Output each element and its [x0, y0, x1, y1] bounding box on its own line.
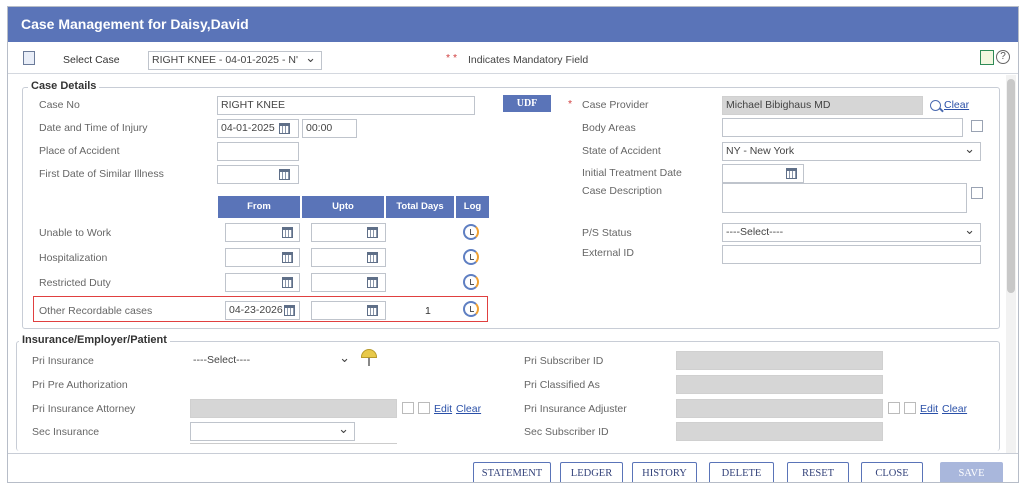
place-input[interactable]	[217, 142, 299, 161]
ps-status-label: P/S Status	[582, 227, 632, 239]
log-icon[interactable]	[463, 301, 479, 317]
case-no-label: Case No	[39, 99, 80, 111]
pri-attorney-label: Pri Insurance Attorney	[32, 403, 136, 415]
reset-button[interactable]: RESET	[787, 462, 849, 482]
pri-attorney-input[interactable]	[190, 399, 397, 418]
case-description-input[interactable]	[722, 183, 967, 213]
log-header: Log	[456, 196, 489, 218]
attorney-clear-link[interactable]: Clear	[456, 403, 481, 415]
provider-mandatory-marker: *	[568, 98, 573, 110]
notes-icon[interactable]	[980, 50, 994, 65]
upto-header: Upto	[302, 196, 384, 218]
injury-label: Date and Time of Injury	[39, 122, 148, 134]
window-title: Case Management for Daisy,David	[8, 7, 1018, 42]
log-icon[interactable]	[463, 274, 479, 290]
calendar-icon[interactable]	[367, 305, 378, 316]
body-areas-input[interactable]	[722, 118, 963, 137]
pri-classified-input[interactable]	[676, 375, 883, 394]
log-icon[interactable]	[463, 224, 479, 240]
calendar-icon[interactable]	[367, 227, 378, 238]
ledger-button[interactable]: LEDGER	[560, 462, 623, 482]
pri-subscriber-input[interactable]	[676, 351, 883, 370]
pri-classified-label: Pri Classified As	[524, 379, 600, 391]
add-icon[interactable]	[418, 402, 430, 414]
sec-insurance-dropdown[interactable]	[190, 422, 355, 441]
ps-status-dropdown[interactable]: ----Select----	[722, 223, 981, 242]
pri-subscriber-label: Pri Subscriber ID	[524, 355, 604, 367]
case-provider-label: Case Provider	[582, 99, 649, 111]
case-description-label: Case Description	[582, 185, 662, 197]
calendar-icon[interactable]	[279, 123, 290, 134]
attorney-edit-link[interactable]: Edit	[434, 403, 452, 415]
row-label-hospitalization: Hospitalization	[39, 252, 108, 264]
sec-insurance-label: Sec Insurance	[32, 426, 100, 438]
mandatory-marker: * *	[446, 52, 458, 64]
injury-time-input[interactable]: 00:00	[302, 119, 357, 138]
log-icon[interactable]	[463, 249, 479, 265]
pri-adjuster-label: Pri Insurance Adjuster	[524, 403, 627, 415]
row-label-restricted-duty: Restricted Duty	[39, 277, 111, 289]
state-label: State of Accident	[582, 145, 661, 157]
add-case-icon[interactable]	[23, 51, 35, 65]
row-label-unable-to-work: Unable to Work	[39, 227, 112, 239]
body-areas-label: Body Areas	[582, 122, 636, 134]
scrollbar-thumb[interactable]	[1007, 79, 1015, 293]
footer-divider	[8, 453, 1018, 454]
calendar-icon[interactable]	[786, 168, 797, 179]
row-label-other-recordable: Other Recordable cases	[39, 305, 153, 317]
pri-insurance-dropdown[interactable]: ----Select----	[190, 352, 355, 371]
partial-input-edge	[190, 443, 397, 444]
provider-clear-link[interactable]: Clear	[944, 99, 969, 111]
mandatory-text: Indicates Mandatory Field	[468, 54, 589, 66]
select-case-label: Select Case	[63, 54, 120, 66]
lookup-icon[interactable]	[971, 120, 983, 132]
umbrella-icon[interactable]	[361, 349, 377, 358]
help-icon[interactable]: ?	[996, 50, 1010, 64]
top-bar: Select Case RIGHT KNEE - 04-01-2025 - N'…	[8, 43, 1018, 74]
calendar-icon[interactable]	[282, 252, 293, 263]
calendar-icon[interactable]	[282, 277, 293, 288]
search-icon[interactable]	[930, 100, 941, 111]
calendar-icon[interactable]	[367, 277, 378, 288]
add-icon[interactable]	[904, 402, 916, 414]
close-button[interactable]: CLOSE	[861, 462, 923, 482]
adjuster-clear-link[interactable]: Clear	[942, 403, 967, 415]
sec-subscriber-label: Sec Subscriber ID	[524, 426, 609, 438]
case-details-title: Case Details	[28, 80, 100, 92]
pri-insurance-label: Pri Insurance	[32, 355, 94, 367]
statement-button[interactable]: STATEMENT	[473, 462, 551, 482]
similar-label: First Date of Similar Illness	[39, 168, 164, 180]
list-icon[interactable]	[888, 402, 900, 414]
sec-subscriber-input[interactable]	[676, 422, 883, 441]
from-header: From	[218, 196, 300, 218]
insurance-title: Insurance/Employer/Patient	[19, 334, 170, 346]
pri-adjuster-input[interactable]	[676, 399, 883, 418]
select-case-dropdown[interactable]: RIGHT KNEE - 04-01-2025 - N'	[148, 51, 322, 70]
state-dropdown[interactable]: NY - New York	[722, 142, 981, 161]
calendar-icon[interactable]	[282, 227, 293, 238]
external-id-label: External ID	[582, 247, 634, 259]
delete-button[interactable]: DELETE	[709, 462, 774, 482]
case-no-input[interactable]: RIGHT KNEE	[217, 96, 475, 115]
udf-button[interactable]: UDF	[503, 95, 551, 112]
case-provider-input[interactable]: Michael Bibighaus MD	[722, 96, 923, 115]
list-icon[interactable]	[402, 402, 414, 414]
history-button[interactable]: HISTORY	[632, 462, 697, 482]
case-management-window: Case Management for Daisy,David Select C…	[7, 6, 1019, 483]
save-button[interactable]: SAVE	[940, 462, 1003, 482]
adjuster-edit-link[interactable]: Edit	[920, 403, 938, 415]
external-id-input[interactable]	[722, 245, 981, 264]
umbrella-handle	[368, 358, 370, 366]
place-label: Place of Accident	[39, 145, 120, 157]
pri-pre-auth-label: Pri Pre Authorization	[32, 379, 128, 391]
calendar-icon[interactable]	[367, 252, 378, 263]
total-days-header: Total Days	[386, 196, 454, 218]
calendar-icon[interactable]	[279, 169, 290, 180]
initial-treatment-label: Initial Treatment Date	[582, 167, 682, 179]
other-total-days: 1	[425, 305, 431, 317]
calendar-icon[interactable]	[284, 305, 295, 316]
lookup-icon[interactable]	[971, 187, 983, 199]
